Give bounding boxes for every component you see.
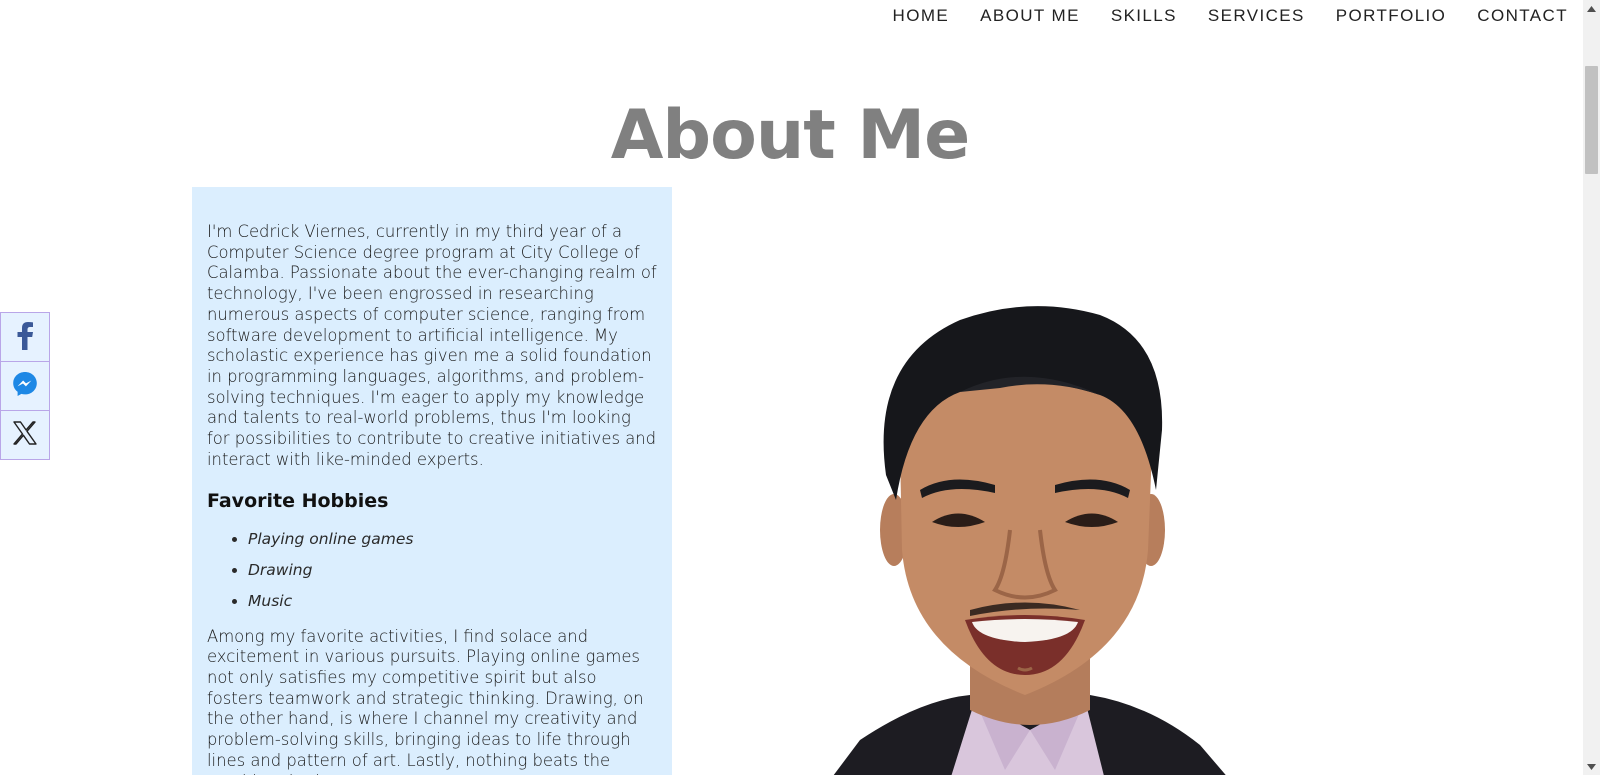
hobby-item: Playing online games (248, 529, 657, 549)
nav-portfolio[interactable]: PORTFOLIO (1336, 6, 1447, 26)
x-icon (12, 420, 38, 450)
bio-panel: I'm Cedrick Viernes, currently in my thi… (192, 187, 672, 775)
top-navigation: HOME ABOUT ME SKILLS SERVICES PORTFOLIO … (893, 0, 1568, 32)
hobbies-list: Playing online games Drawing Music (207, 529, 657, 610)
facebook-icon (13, 320, 37, 354)
nav-skills[interactable]: SKILLS (1111, 6, 1177, 26)
nav-home[interactable]: HOME (893, 6, 950, 26)
hobbies-heading: Favorite Hobbies (207, 490, 389, 513)
hobbies-description: Among my favorite activities, I find sol… (207, 626, 644, 775)
hobby-item: Drawing (248, 560, 657, 580)
messenger-share-button[interactable] (0, 361, 50, 411)
vertical-scrollbar[interactable] (1583, 0, 1600, 775)
page-title: About Me (610, 96, 970, 175)
nav-about-me[interactable]: ABOUT ME (980, 6, 1080, 26)
nav-services[interactable]: SERVICES (1208, 6, 1305, 26)
social-share-bar (0, 312, 50, 460)
x-share-button[interactable] (0, 410, 50, 460)
scrollbar-thumb[interactable] (1585, 66, 1598, 174)
bio-intro: I'm Cedrick Viernes, currently in my thi… (207, 222, 657, 469)
hobby-item: Music (248, 591, 657, 611)
profile-photo (800, 300, 1260, 775)
scroll-down-arrow-icon[interactable] (1583, 758, 1600, 775)
messenger-icon (11, 370, 39, 402)
facebook-share-button[interactable] (0, 312, 50, 362)
page: HOME ABOUT ME SKILLS SERVICES PORTFOLIO … (0, 0, 1600, 775)
nav-contact[interactable]: CONTACT (1477, 6, 1568, 26)
scroll-up-arrow-icon[interactable] (1583, 0, 1600, 17)
